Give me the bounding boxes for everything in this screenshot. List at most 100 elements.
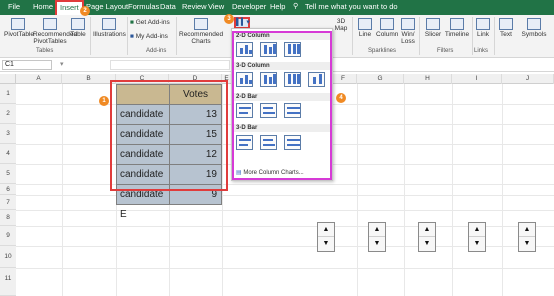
sparkline-winloss-button[interactable]: Win/ Loss: [400, 18, 416, 45]
text-icon: [499, 18, 513, 30]
sparkline-column-button[interactable]: Column: [376, 18, 398, 38]
text-button[interactable]: Text: [498, 18, 514, 38]
row-header[interactable]: 6: [0, 184, 16, 195]
name-box[interactable]: C1: [2, 60, 52, 70]
select-all-corner[interactable]: [0, 74, 16, 84]
tab-review[interactable]: Review: [182, 0, 207, 15]
gridline: [16, 210, 554, 211]
group-separator: [419, 17, 420, 55]
group-label-links: Links: [474, 48, 489, 54]
get-addins-button[interactable]: ■ Get Add-ins: [130, 19, 170, 26]
group-separator: [90, 17, 91, 55]
group-separator: [176, 17, 177, 55]
symbols-button[interactable]: Symbols: [520, 18, 548, 38]
step-badge: 4: [336, 93, 346, 103]
row-header[interactable]: 7: [0, 195, 16, 210]
row-header[interactable]: 11: [0, 268, 16, 296]
column-chart-icon: ▌▍▾: [236, 19, 250, 26]
row-header[interactable]: 4: [0, 144, 16, 164]
spin-button[interactable]: ▲ ▼: [368, 222, 386, 252]
gridline: [357, 84, 358, 296]
gridline: [16, 184, 554, 185]
group-label-sparklines: Sparklines: [368, 48, 397, 54]
recommended-pivot-icon: [43, 18, 57, 30]
my-addins-button[interactable]: ■ My Add-ins: [130, 33, 168, 40]
slicer-button[interactable]: Slicer: [423, 18, 443, 38]
recommended-pivottables-button[interactable]: Recommended PivotTables: [33, 18, 77, 45]
gridline: [502, 84, 503, 296]
spin-button[interactable]: ▲ ▼: [468, 222, 486, 252]
tab-help[interactable]: Help: [270, 0, 285, 15]
tab-formulas[interactable]: Formulas: [128, 0, 159, 15]
column-sparkline-icon: [380, 18, 394, 30]
gridline: [16, 195, 554, 196]
group-label-tables: Tables: [36, 48, 54, 54]
column-header[interactable]: B: [62, 74, 116, 84]
illustrations-button[interactable]: Illustrations: [93, 18, 126, 38]
spin-up-arrow[interactable]: ▲: [469, 223, 485, 237]
spin-down-arrow[interactable]: ▼: [469, 237, 485, 251]
3d-map-button[interactable]: 3D Map: [334, 18, 348, 32]
gridline: [452, 84, 453, 296]
column-header[interactable]: A: [16, 74, 62, 84]
column-header[interactable]: G: [357, 74, 404, 84]
gridline: [404, 84, 405, 296]
line-sparkline-icon: [358, 18, 372, 30]
tab-file[interactable]: File: [8, 0, 20, 15]
sparkline-line-button[interactable]: Line: [356, 18, 374, 38]
gallery-highlight-box: [232, 31, 332, 180]
gridline: [62, 84, 63, 296]
row-header[interactable]: 5: [0, 164, 16, 184]
spin-up-arrow[interactable]: ▲: [519, 223, 535, 237]
column-header[interactable]: J: [502, 74, 554, 84]
row-header[interactable]: 10: [0, 246, 16, 268]
spin-down-arrow[interactable]: ▼: [519, 237, 535, 251]
group-separator: [127, 17, 128, 55]
spin-button[interactable]: ▲ ▼: [418, 222, 436, 252]
table-icon: [71, 18, 85, 30]
pivottable-icon: [11, 18, 25, 30]
row-header[interactable]: 8: [0, 210, 16, 226]
row-header[interactable]: 2: [0, 104, 16, 124]
step-badge: 3: [224, 14, 234, 24]
row-header[interactable]: 9: [0, 226, 16, 246]
pivottable-button[interactable]: PivotTable: [4, 18, 34, 38]
tab-data[interactable]: Data: [160, 0, 176, 15]
link-icon: [476, 18, 490, 30]
spin-down-arrow[interactable]: ▼: [318, 237, 334, 251]
gridline: [16, 268, 554, 269]
step-badge: 1: [99, 96, 109, 106]
link-button[interactable]: Link: [475, 18, 491, 38]
name-box-dropdown-icon[interactable]: ▾: [60, 60, 64, 68]
spin-button[interactable]: ▲ ▼: [317, 222, 335, 252]
tab-view[interactable]: View: [208, 0, 224, 15]
winloss-sparkline-icon: [401, 18, 415, 30]
row-header[interactable]: 3: [0, 124, 16, 144]
spin-up-arrow[interactable]: ▲: [419, 223, 435, 237]
addins-icon: ■: [130, 33, 134, 40]
spin-button[interactable]: ▲ ▼: [518, 222, 536, 252]
tab-developer[interactable]: Developer: [232, 0, 266, 15]
tab-home[interactable]: Home: [33, 0, 53, 15]
column-header[interactable]: I: [452, 74, 502, 84]
row-header[interactable]: 1: [0, 84, 16, 104]
spin-down-arrow[interactable]: ▼: [419, 237, 435, 251]
store-icon: ■: [130, 19, 134, 26]
tab-page-layout[interactable]: Page Layout: [86, 0, 128, 15]
group-label-addins: Add-ins: [146, 48, 167, 54]
column-header[interactable]: F: [330, 74, 357, 84]
group-label-filters: Filters: [437, 48, 454, 54]
spin-up-arrow[interactable]: ▲: [318, 223, 334, 237]
spin-up-arrow[interactable]: ▲: [369, 223, 385, 237]
formula-input[interactable]: [110, 60, 230, 70]
table-button[interactable]: Table: [70, 18, 86, 38]
column-header[interactable]: H: [404, 74, 452, 84]
timeline-button[interactable]: Timeline: [444, 18, 470, 38]
spin-down-arrow[interactable]: ▼: [369, 237, 385, 251]
group-separator: [472, 17, 473, 55]
tell-me-search[interactable]: Tell me what you want to do: [305, 0, 398, 15]
lightbulb-icon: ⚲: [293, 3, 299, 10]
timeline-icon: [450, 18, 464, 30]
recommended-charts-button[interactable]: Recommended Charts: [179, 18, 223, 45]
slicer-icon: [426, 18, 440, 30]
